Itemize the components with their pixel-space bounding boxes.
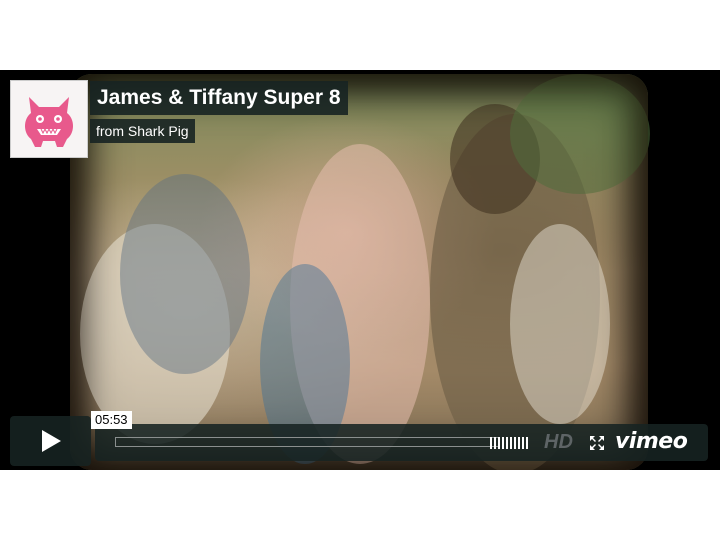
volume-bar[interactable] (514, 437, 516, 449)
channel-logo[interactable] (10, 80, 88, 158)
volume-bar[interactable] (518, 437, 520, 449)
volume-bar[interactable] (522, 437, 524, 449)
play-icon (41, 430, 61, 452)
hd-toggle[interactable]: HD (544, 432, 573, 452)
volume-bar[interactable] (526, 437, 528, 449)
timecode-tooltip: 05:53 (91, 411, 132, 429)
video-title[interactable]: James & Tiffany Super 8 (90, 81, 348, 115)
volume-bar[interactable] (510, 437, 512, 449)
volume-bar[interactable] (502, 437, 504, 449)
video-byline[interactable]: from Shark Pig (90, 119, 195, 143)
volume-bar[interactable] (494, 437, 496, 449)
volume-control[interactable] (490, 437, 528, 449)
control-bar: HD vimeo (95, 424, 708, 461)
volume-bar[interactable] (490, 437, 492, 449)
volume-bar[interactable] (498, 437, 500, 449)
progress-bar[interactable] (115, 437, 499, 447)
fullscreen-icon[interactable] (589, 435, 605, 451)
play-button[interactable] (10, 416, 91, 466)
volume-bar[interactable] (506, 437, 508, 449)
vimeo-logo[interactable]: vimeo (615, 430, 688, 454)
pig-logo-icon (25, 97, 73, 147)
